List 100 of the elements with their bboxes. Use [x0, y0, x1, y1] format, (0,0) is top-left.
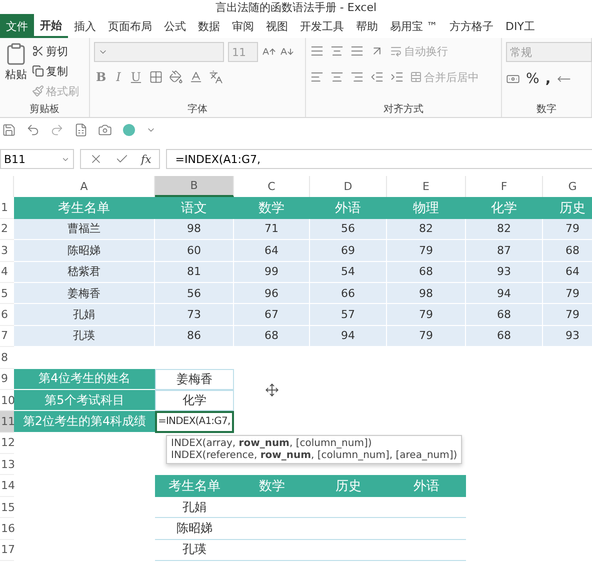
border-icon[interactable] [149, 70, 164, 84]
table-cell: 第4位考生的姓名 [14, 368, 155, 390]
table-cell: 81 [155, 262, 234, 283]
ribbon-tab[interactable]: 页面布局 [102, 14, 158, 38]
ribbon-tab[interactable]: 数据 [192, 14, 226, 38]
ribbon-tab[interactable]: 文件 [0, 14, 34, 38]
table-cell: 姜梅香 [155, 368, 234, 390]
table-cell: 第2位考生的第4科成绩 [14, 411, 155, 433]
paste-button[interactable]: 粘贴 [4, 42, 28, 103]
table-cell: 82 [466, 218, 543, 240]
ribbon-tab[interactable]: 插入 [68, 14, 102, 38]
align-right-icon[interactable] [350, 70, 364, 84]
currency-icon[interactable] [506, 72, 520, 86]
row-header[interactable]: 15 [0, 496, 14, 518]
align-left-icon[interactable] [310, 70, 324, 84]
cursor-icon [265, 383, 279, 397]
header-cell: 考生名单 [155, 475, 234, 497]
wrap-text-icon [390, 45, 402, 57]
table-cell: 68 [387, 262, 466, 283]
redo-icon[interactable] [50, 123, 64, 137]
table-cell: 98 [155, 218, 234, 240]
table-cell: 73 [155, 304, 234, 326]
clipboard-button[interactable]: 剪切 [32, 42, 79, 60]
ribbon-tab[interactable]: 帮助 [350, 14, 384, 38]
table-cell: 79 [543, 304, 592, 326]
table-cell: 79 [543, 218, 592, 240]
font-name-field[interactable] [94, 42, 224, 62]
table-cell: 82 [387, 218, 466, 240]
circle-icon[interactable] [122, 123, 136, 137]
table-cell: 56 [310, 218, 387, 240]
ribbon-tab[interactable]: 开发工具 [294, 14, 350, 38]
window-title: 言出法随的函数语法手册 - Excel [215, 2, 377, 14]
tooltip-line: INDEX(reference, row_num, [column_num], [area_num]) [171, 450, 458, 461]
align-middle-icon[interactable] [330, 44, 344, 58]
table-cell: 87 [466, 240, 543, 262]
header-cell: 历史 [310, 475, 387, 497]
table-cell: 96 [234, 282, 310, 304]
table-cell: 68 [543, 240, 592, 262]
table-cell: =INDEX(A1:G7, [155, 411, 234, 433]
copy-icon [32, 65, 44, 77]
row-header[interactable]: 13 [0, 454, 14, 476]
header-cell: 考生名单 [14, 197, 155, 219]
scissors-icon [32, 45, 44, 57]
table-cell: 64 [234, 240, 310, 262]
table-cell: 66 [310, 282, 387, 304]
percent-button[interactable]: % [526, 70, 540, 88]
row-header[interactable]: 11 [0, 411, 14, 433]
ribbon-tab[interactable]: 视图 [260, 14, 294, 38]
phonetic-icon[interactable] [209, 70, 224, 84]
align-bottom-icon[interactable] [350, 44, 364, 58]
table-cell: 79 [387, 304, 466, 326]
merge-cells-icon [410, 71, 422, 83]
row-header[interactable]: 14 [0, 475, 14, 497]
table-cell: 79 [543, 282, 592, 304]
row-header[interactable]: 12 [0, 432, 14, 454]
header-cell: 外语 [387, 475, 466, 497]
header-cell: 数学 [234, 197, 310, 219]
column-header[interactable]: B [155, 176, 234, 198]
table-cell: 孔瑛 [155, 540, 234, 562]
table-cell: 94 [466, 282, 543, 304]
cancel-icon[interactable] [89, 152, 103, 166]
tooltip-line: INDEX(array, row_num, [column_num]) [171, 438, 373, 449]
form-icon[interactable] [74, 123, 88, 137]
table-cell: 姜梅香 [14, 282, 155, 304]
row-header[interactable]: 8 [0, 347, 14, 369]
align-center-icon[interactable] [330, 70, 344, 84]
table-cell: 化学 [155, 390, 234, 412]
header-cell: 数学 [234, 475, 310, 497]
table-cell: 71 [234, 218, 310, 240]
table-cell: 57 [310, 304, 387, 326]
table-cell: 99 [234, 262, 310, 283]
insert-function-button[interactable]: fx [141, 152, 152, 166]
indent-increase-icon[interactable] [390, 70, 404, 84]
table-cell: 陈昭娣 [14, 240, 155, 262]
table-cell: 54 [310, 262, 387, 283]
header-cell: 物理 [387, 197, 466, 219]
formula-field[interactable]: =INDEX(A1:G7, [166, 149, 592, 169]
header-cell: 化学 [466, 197, 543, 219]
undo-icon[interactable] [26, 123, 40, 137]
clipboard-button[interactable]: 复制 [32, 62, 79, 80]
table-cell: 60 [155, 240, 234, 262]
camera-icon[interactable] [98, 123, 112, 137]
ribbon-tab[interactable]: DIY工 [500, 14, 541, 38]
ribbon-tab[interactable]: 审阅 [226, 14, 260, 38]
table-cell: 孔娟 [14, 304, 155, 326]
ribbon-tab[interactable]: 方方格子 [444, 14, 500, 38]
row-header[interactable]: 16 [0, 518, 14, 540]
table-cell: 曹福兰 [14, 218, 155, 240]
align-top-icon[interactable] [310, 44, 324, 58]
ribbon-tab[interactable]: 公式 [158, 14, 192, 38]
name-box[interactable]: B11 [0, 149, 74, 169]
table-cell: 69 [310, 240, 387, 262]
comma-button[interactable]: , [545, 70, 551, 88]
fill-color-icon[interactable] [169, 70, 184, 84]
row-header[interactable]: 17 [0, 540, 14, 562]
header-cell: 历史 [543, 197, 592, 219]
font-color-icon[interactable] [189, 70, 204, 84]
ribbon-tab[interactable]: 易用宝 ™ [384, 14, 444, 38]
indent-decrease-icon[interactable] [370, 70, 384, 84]
save-icon[interactable] [2, 123, 16, 137]
